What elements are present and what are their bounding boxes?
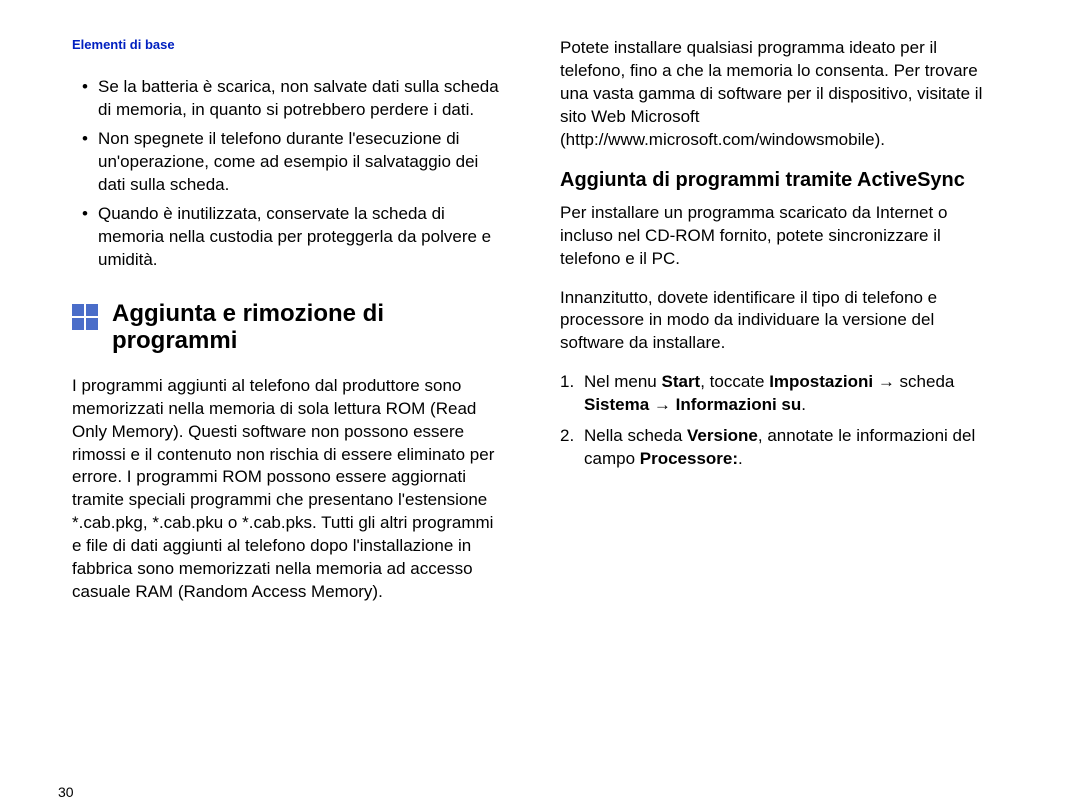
list-item: Nel menu Start, toccate Impostazioni → s…	[560, 371, 990, 417]
body-paragraph: Per installare un programma scaricato da…	[560, 202, 990, 271]
body-paragraph: Potete installare qualsiasi programma id…	[560, 37, 990, 152]
windows-icon	[72, 304, 98, 330]
main-heading-row: Aggiunta e rimozione di programmi	[72, 300, 502, 355]
list-item: Nella scheda Versione, annotate le infor…	[560, 425, 990, 471]
main-heading: Aggiunta e rimozione di programmi	[112, 300, 502, 355]
bullet-list: Se la batteria è scarica, non salvate da…	[72, 76, 502, 272]
body-paragraph: I programmi aggiunti al telefono dal pro…	[72, 375, 502, 604]
body-paragraph: Innanzitutto, dovete identificare il tip…	[560, 287, 990, 356]
list-item: Non spegnete il telefono durante l'esecu…	[98, 128, 502, 197]
list-item: Se la batteria è scarica, non salvate da…	[98, 76, 502, 122]
sub-heading: Aggiunta di programmi tramite ActiveSync	[560, 168, 990, 192]
numbered-list: Nel menu Start, toccate Impostazioni → s…	[560, 371, 990, 471]
right-column: Potete installare qualsiasi programma id…	[560, 37, 990, 620]
left-column: Elementi di base Se la batteria è scaric…	[72, 37, 502, 620]
list-item: Quando è inutilizzata, conservate la sch…	[98, 203, 502, 272]
section-header: Elementi di base	[72, 37, 502, 52]
page-number: 30	[58, 784, 74, 800]
